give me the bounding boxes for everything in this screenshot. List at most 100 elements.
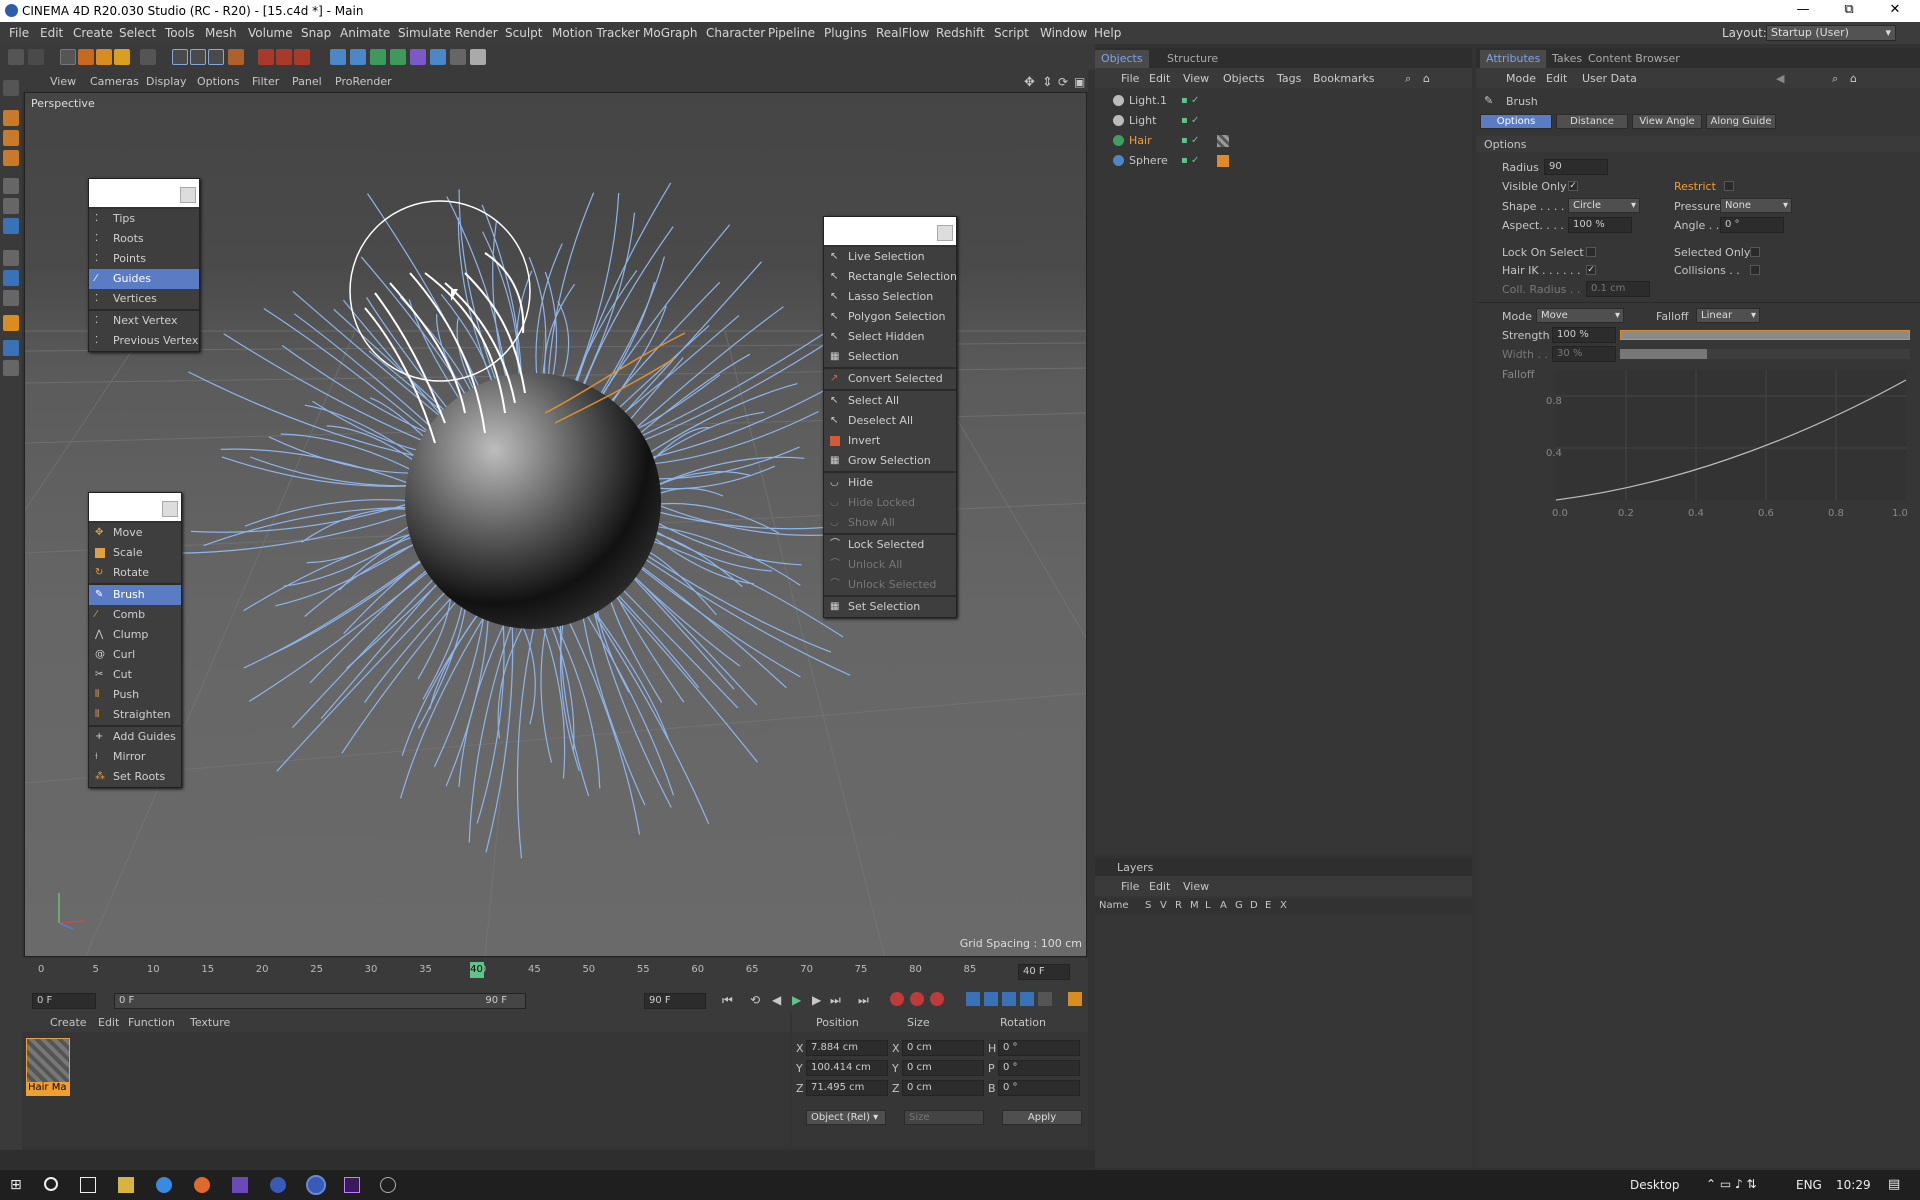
tool-item-clump[interactable]: ⋀ Clump bbox=[89, 625, 181, 645]
select-item-lock-selected[interactable]: ⌒ Lock Selected bbox=[824, 535, 956, 555]
brush-mode-select[interactable]: Move ▾ bbox=[1536, 308, 1624, 323]
attr-menu-mode[interactable]: Mode bbox=[1506, 72, 1536, 85]
menu-animate[interactable]: Animate bbox=[340, 26, 390, 40]
select-tool-icon[interactable] bbox=[60, 49, 76, 65]
layer-column-header[interactable]: V bbox=[1160, 900, 1167, 911]
render-picture-viewer-icon[interactable] bbox=[276, 49, 292, 65]
selected-only-checkbox[interactable] bbox=[1750, 247, 1760, 257]
tab-content-browser[interactable]: Content Browser bbox=[1582, 50, 1686, 68]
premiere-icon[interactable] bbox=[344, 1177, 360, 1193]
vp-menu-cameras[interactable]: Cameras bbox=[90, 75, 139, 88]
mode-item-guides[interactable]: ⁄ Guides bbox=[89, 269, 199, 289]
hair-material-tag-icon[interactable] bbox=[1217, 135, 1229, 147]
tab-structure[interactable]: Structure bbox=[1161, 50, 1224, 68]
hair-material-swatch[interactable] bbox=[26, 1038, 70, 1084]
menu-snap[interactable]: Snap bbox=[301, 26, 331, 40]
vp-menu-display[interactable]: Display bbox=[146, 75, 187, 88]
floor-icon[interactable] bbox=[430, 49, 446, 65]
tool-item-cut[interactable]: ✂ Cut bbox=[89, 665, 181, 685]
coord-mode-select[interactable]: Object (Rel) ▾ bbox=[806, 1110, 886, 1125]
tool-item-push[interactable]: ⫴ Push bbox=[89, 685, 181, 705]
layers-menu-edit[interactable]: Edit bbox=[1149, 880, 1170, 893]
rotate-view-icon[interactable]: ⟳ bbox=[1058, 75, 1068, 89]
menu-mograph[interactable]: MoGraph bbox=[643, 26, 698, 40]
move-view-icon[interactable]: ✥ bbox=[1024, 75, 1035, 90]
layers-menu-file[interactable]: File bbox=[1121, 880, 1139, 893]
search-icon[interactable] bbox=[44, 1177, 58, 1191]
layer-column-header[interactable]: R bbox=[1175, 900, 1182, 911]
mode-item-vertices[interactable]: ⁚ Vertices bbox=[89, 289, 199, 309]
scale-tool-icon[interactable] bbox=[96, 49, 112, 65]
layout-select[interactable]: Startup (User) ▾ bbox=[1766, 25, 1896, 41]
shape-select[interactable]: Circle ▾ bbox=[1568, 198, 1640, 213]
timeline-playhead[interactable]: 40 bbox=[469, 962, 484, 978]
planar-workplane-icon[interactable] bbox=[3, 360, 19, 376]
size-field[interactable]: 0 cm bbox=[902, 1060, 984, 1076]
select-item-rectangle-selection[interactable]: ↖ Rectangle Selection bbox=[824, 267, 957, 287]
workplane-icon[interactable] bbox=[3, 150, 19, 166]
menu-character[interactable]: Character bbox=[706, 26, 765, 40]
coordinate-system-icon[interactable] bbox=[228, 49, 244, 65]
points-mode-icon[interactable] bbox=[3, 178, 19, 194]
object-row[interactable]: Light ▪ ✓ bbox=[1099, 112, 1469, 130]
back-arrow-icon[interactable]: ◀ bbox=[1776, 72, 1784, 85]
select-item-invert[interactable]: Invert bbox=[824, 431, 956, 451]
deformer-icon[interactable] bbox=[410, 49, 426, 65]
obj-menu-edit[interactable]: Edit bbox=[1149, 72, 1170, 85]
obj-menu-file[interactable]: File bbox=[1121, 72, 1139, 85]
menu-help[interactable]: Help bbox=[1094, 26, 1121, 40]
rotation-field[interactable]: 0 ° bbox=[998, 1060, 1080, 1076]
menu-tools[interactable]: Tools bbox=[165, 26, 195, 40]
cinema4d-icon[interactable] bbox=[270, 1177, 286, 1193]
menu-mesh[interactable]: Mesh bbox=[205, 26, 237, 40]
snap-icon[interactable] bbox=[3, 290, 19, 306]
vp-menu-panel[interactable]: Panel bbox=[292, 75, 322, 88]
tool-item-move[interactable]: ✥ Move bbox=[89, 523, 181, 543]
attr-menu-user-data[interactable]: User Data bbox=[1582, 72, 1637, 85]
sphere-tags-icon[interactable] bbox=[1217, 155, 1229, 167]
mode-item-next-vertex[interactable]: ⁚ Next Vertex bbox=[89, 311, 199, 331]
falloff-select[interactable]: Linear ▾ bbox=[1696, 308, 1760, 323]
menu-motion-tracker[interactable]: Motion Tracker bbox=[552, 26, 640, 40]
visibility-toggle-icon[interactable]: ▪ ✓ bbox=[1181, 112, 1199, 130]
restore-button[interactable]: ⧉ bbox=[1826, 0, 1872, 22]
render-settings-icon[interactable] bbox=[294, 49, 310, 65]
redo-icon[interactable] bbox=[28, 49, 44, 65]
layer-column-header[interactable]: D bbox=[1250, 900, 1258, 911]
tool-item-straighten[interactable]: ⫴ Straighten bbox=[89, 705, 181, 725]
menu-window[interactable]: Window bbox=[1040, 26, 1087, 40]
timeline-window-icon[interactable] bbox=[1068, 992, 1082, 1006]
prev-frame-icon[interactable]: ◀ bbox=[772, 993, 781, 1007]
current-frame-field[interactable]: 40 F bbox=[1018, 964, 1070, 980]
file-explorer-icon[interactable] bbox=[118, 1177, 134, 1193]
windows-start-icon[interactable]: ⊞ bbox=[10, 1177, 26, 1193]
app-icon[interactable] bbox=[232, 1177, 248, 1193]
z-axis-icon[interactable] bbox=[208, 49, 224, 65]
select-item-grow-selection[interactable]: ▦ Grow Selection bbox=[824, 451, 956, 471]
lock-workplane-icon[interactable] bbox=[3, 340, 19, 356]
position-field[interactable]: 100.414 cm bbox=[806, 1060, 888, 1076]
obj-menu-tags[interactable]: Tags bbox=[1277, 72, 1301, 85]
edges-mode-icon[interactable] bbox=[3, 198, 19, 214]
scale-key-icon[interactable] bbox=[984, 992, 998, 1006]
visibility-toggle-icon[interactable]: ▪ ✓ bbox=[1181, 152, 1199, 170]
strength-field[interactable]: 100 % bbox=[1552, 327, 1616, 343]
mat-menu-edit[interactable]: Edit bbox=[98, 1016, 119, 1029]
firefox-icon[interactable] bbox=[194, 1177, 210, 1193]
make-editable-icon[interactable] bbox=[3, 80, 19, 96]
select-item-hide[interactable]: ◡ Hide bbox=[824, 473, 956, 493]
falloff-curve-graph[interactable]: 0.4 0.8 0.0 0.2 0.4 0.6 0.8 1.0 bbox=[1546, 366, 1916, 526]
menu-plugins[interactable]: Plugins bbox=[824, 26, 867, 40]
clock[interactable]: 10:29 bbox=[1836, 1178, 1871, 1192]
vp-menu-options[interactable]: Options bbox=[197, 75, 239, 88]
position-field[interactable]: 7.884 cm bbox=[806, 1040, 888, 1056]
visible-only-checkbox[interactable]: ✓ bbox=[1568, 181, 1578, 191]
hair-mode-icon[interactable] bbox=[3, 315, 19, 331]
model-mode-icon[interactable] bbox=[3, 110, 19, 126]
end-frame-field[interactable]: 90 F bbox=[644, 993, 706, 1009]
layer-column-header[interactable]: G bbox=[1235, 900, 1243, 911]
select-item-polygon-selection[interactable]: ↖ Polygon Selection bbox=[824, 307, 956, 327]
select-item-set-selection[interactable]: ▦ Set Selection bbox=[824, 597, 956, 617]
popup-close-icon[interactable] bbox=[937, 225, 953, 241]
subtab-along-guide[interactable]: Along Guide bbox=[1706, 114, 1776, 129]
